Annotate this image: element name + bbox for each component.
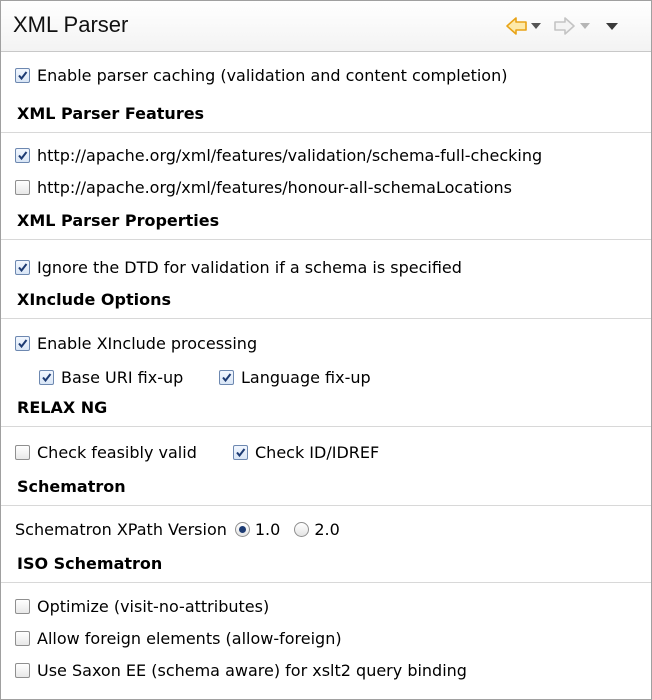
view-menu-icon[interactable] xyxy=(605,14,619,38)
forward-history-dropdown-icon[interactable] xyxy=(579,14,591,38)
back-history-dropdown-icon[interactable] xyxy=(530,14,542,38)
check-id-idref-checkbox[interactable]: Check ID/IDREF xyxy=(233,439,379,465)
section-heading-relax-ng: RELAX NG xyxy=(17,397,108,417)
checkbox-box[interactable] xyxy=(15,335,30,351)
xpath-version-2-radio[interactable] xyxy=(294,521,310,537)
divider xyxy=(1,582,651,583)
section-heading-schematron: Schematron xyxy=(17,476,126,496)
feature-honour-all-schema-locations-checkbox[interactable]: http://apache.org/xml/features/honour-al… xyxy=(15,174,512,200)
divider xyxy=(1,239,651,240)
checkbox-box[interactable] xyxy=(219,369,234,385)
page-title: XML Parser xyxy=(13,12,129,37)
xpath-version-2-label: 2.0 xyxy=(314,519,340,539)
checkbox-box[interactable] xyxy=(15,179,30,195)
checkbox-box[interactable] xyxy=(15,67,30,83)
base-uri-fixup-checkbox[interactable]: Base URI fix-up xyxy=(39,364,183,390)
checkbox-label: Allow foreign elements (allow-foreign) xyxy=(37,628,342,648)
checkbox-label: Check feasibly valid xyxy=(37,442,197,462)
checkbox-box[interactable] xyxy=(15,598,30,614)
checkbox-box[interactable] xyxy=(15,147,30,163)
checkbox-box[interactable] xyxy=(233,444,248,460)
checkbox-box[interactable] xyxy=(15,630,30,646)
enable-xinclude-checkbox[interactable]: Enable XInclude processing xyxy=(15,330,257,356)
enable-parser-caching-checkbox[interactable]: Enable parser caching (validation and co… xyxy=(15,62,507,88)
section-heading-iso-schematron: ISO Schematron xyxy=(17,553,163,573)
title-bar: XML Parser xyxy=(1,1,651,52)
xpath-version-1-radio[interactable] xyxy=(234,521,250,537)
checkbox-box[interactable] xyxy=(15,259,30,275)
xpath-version-1-label: 1.0 xyxy=(254,519,281,539)
allow-foreign-elements-checkbox[interactable]: Allow foreign elements (allow-foreign) xyxy=(15,625,342,651)
section-heading-xml-parser-features: XML Parser Features xyxy=(17,103,205,123)
feature-schema-full-checking-checkbox[interactable]: http://apache.org/xml/features/validatio… xyxy=(15,142,542,168)
checkbox-label: Base URI fix-up xyxy=(61,367,184,387)
checkbox-label: Enable parser caching (validation and co… xyxy=(37,65,508,85)
language-fixup-checkbox[interactable]: Language fix-up xyxy=(219,364,371,390)
ignore-dtd-checkbox[interactable]: Ignore the DTD for validation if a schem… xyxy=(15,254,462,280)
back-arrow-icon[interactable] xyxy=(505,14,529,38)
xml-parser-preferences-panel: XML Parser Enable parser caching (valida… xyxy=(0,0,652,700)
checkbox-box[interactable] xyxy=(15,662,30,678)
divider xyxy=(1,426,651,427)
use-saxon-ee-checkbox[interactable]: Use Saxon EE (schema aware) for xslt2 qu… xyxy=(15,657,467,683)
checkbox-label: Language fix-up xyxy=(241,367,371,387)
xpath-version-label: Schematron XPath Version xyxy=(15,519,227,539)
section-heading-xml-parser-properties: XML Parser Properties xyxy=(17,210,220,230)
checkbox-box[interactable] xyxy=(15,444,30,460)
checkbox-label: http://apache.org/xml/features/honour-al… xyxy=(37,177,512,197)
divider xyxy=(1,505,651,506)
checkbox-label: http://apache.org/xml/features/validatio… xyxy=(37,145,543,165)
checkbox-label: Use Saxon EE (schema aware) for xslt2 qu… xyxy=(37,660,467,680)
schematron-xpath-version-row: Schematron XPath Version 1.0 2.0 xyxy=(15,516,340,542)
optimize-checkbox[interactable]: Optimize (visit-no-attributes) xyxy=(15,593,269,619)
checkbox-label: Optimize (visit-no-attributes) xyxy=(37,596,270,616)
forward-arrow-icon[interactable] xyxy=(552,14,576,38)
section-heading-xinclude-options: XInclude Options xyxy=(17,289,172,309)
divider xyxy=(1,132,651,133)
check-feasibly-valid-checkbox[interactable]: Check feasibly valid xyxy=(15,439,197,465)
checkbox-label: Ignore the DTD for validation if a schem… xyxy=(37,257,462,277)
divider xyxy=(1,318,651,319)
checkbox-label: Check ID/IDREF xyxy=(255,442,380,462)
checkbox-label: Enable XInclude processing xyxy=(37,333,258,353)
checkbox-box[interactable] xyxy=(39,369,54,385)
